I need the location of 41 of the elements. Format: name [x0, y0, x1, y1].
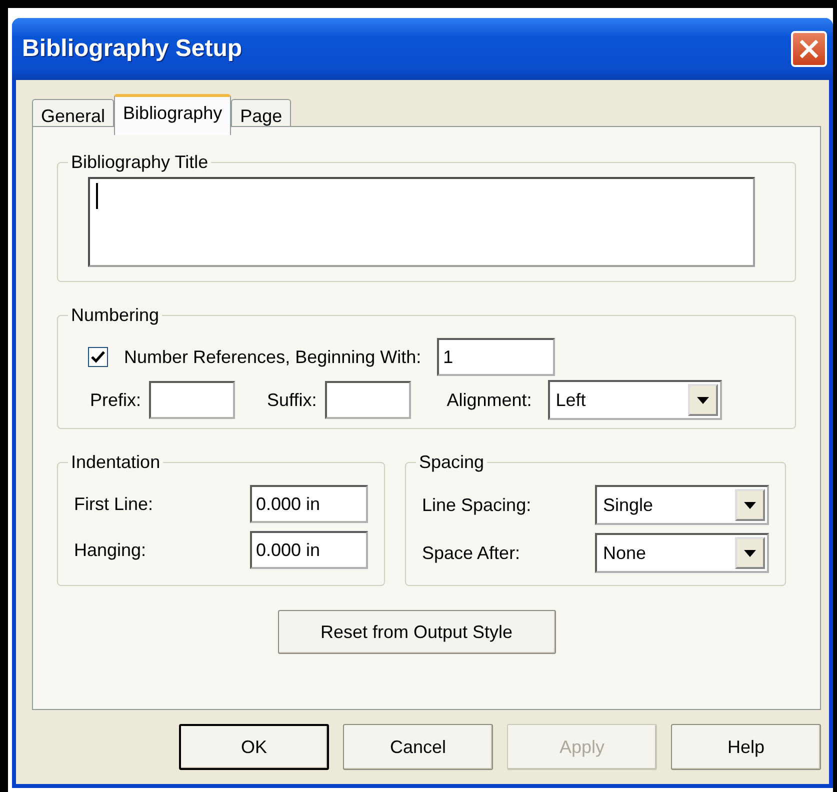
dropdown-value: None: [603, 542, 646, 564]
tab[interactable]: Bibliography: [114, 94, 232, 135]
group-label: Bibliography Title: [70, 153, 210, 171]
group-label: Spacing: [418, 453, 486, 471]
dialog-button[interactable]: OK: [179, 724, 329, 770]
dropdown-button[interactable]: [735, 537, 765, 569]
checkmark-icon: [91, 351, 105, 363]
close-icon: [798, 38, 820, 60]
group-label: Numbering: [70, 306, 160, 324]
start-number-field[interactable]: 1: [437, 338, 556, 376]
title-textarea[interactable]: [88, 177, 755, 267]
text-cursor: [96, 183, 98, 209]
caret-icon: [744, 502, 756, 510]
suffix-label: Suffix:: [267, 388, 317, 412]
dropdown-button[interactable]: [735, 489, 765, 521]
close-button[interactable]: [791, 31, 827, 67]
caret-icon: [696, 396, 709, 405]
alignment-label: Alignment:: [446, 388, 532, 412]
field-label: First Line:: [74, 492, 154, 516]
reset-button[interactable]: Reset from Output Style: [278, 610, 556, 654]
dropdown-button[interactable]: [688, 384, 718, 416]
field-label: Line Spacing:: [422, 494, 532, 517]
field-label: Space After:: [422, 542, 520, 565]
field-label: Hanging:: [74, 538, 146, 562]
dialog-button[interactable]: Help: [671, 724, 821, 770]
prefix-label: Prefix:: [90, 388, 142, 412]
group-label: Indentation: [70, 453, 162, 471]
window-title: Bibliography Setup: [22, 34, 242, 64]
dropdown-value: Single: [603, 494, 654, 517]
checkbox[interactable]: [88, 347, 108, 367]
spacing-dropdown[interactable]: Single: [595, 485, 769, 525]
checkbox-label: Number References, Beginning With:: [124, 346, 422, 369]
caret-icon: [744, 550, 756, 558]
alignment-dropdown[interactable]: Left: [548, 380, 722, 420]
prefix-field[interactable]: [149, 381, 236, 419]
suffix-field[interactable]: [324, 381, 411, 419]
indent-field[interactable]: 0.000 in: [250, 531, 368, 569]
dropdown-value: Left: [556, 388, 586, 412]
dialog-button[interactable]: Cancel: [343, 724, 493, 770]
spacing-dropdown[interactable]: None: [595, 533, 769, 573]
indent-field[interactable]: 0.000 in: [250, 485, 368, 523]
